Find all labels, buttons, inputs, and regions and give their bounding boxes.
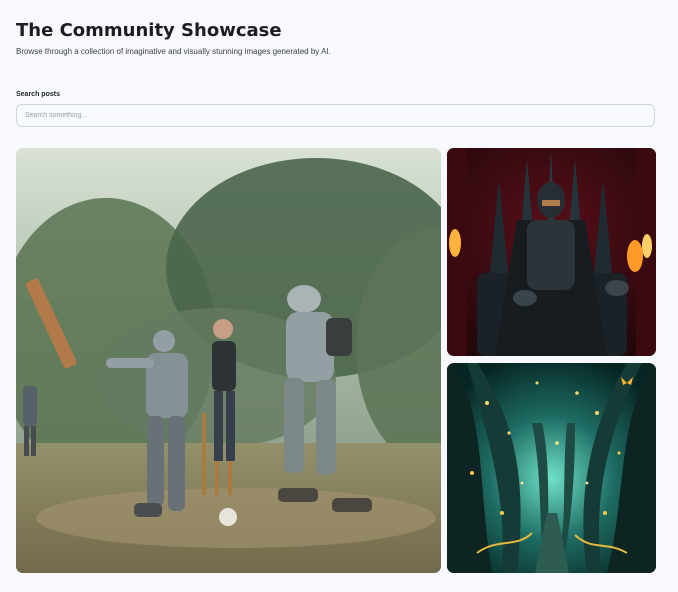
post-image-enchanted-forest bbox=[447, 363, 656, 573]
search-input[interactable] bbox=[16, 104, 655, 127]
page-title: The Community Showcase bbox=[16, 20, 282, 41]
post-image-cricket-robots bbox=[16, 148, 441, 573]
post-card-enchanted-forest[interactable] bbox=[447, 363, 656, 573]
community-showcase-page: The Community Showcase Browse through a … bbox=[0, 0, 678, 592]
search-label: Search posts bbox=[16, 91, 60, 98]
post-image-dark-throne bbox=[447, 148, 656, 356]
post-card-cricket-robots[interactable] bbox=[16, 148, 441, 573]
page-subtitle: Browse through a collection of imaginati… bbox=[16, 47, 331, 56]
post-card-dark-throne[interactable] bbox=[447, 148, 656, 356]
